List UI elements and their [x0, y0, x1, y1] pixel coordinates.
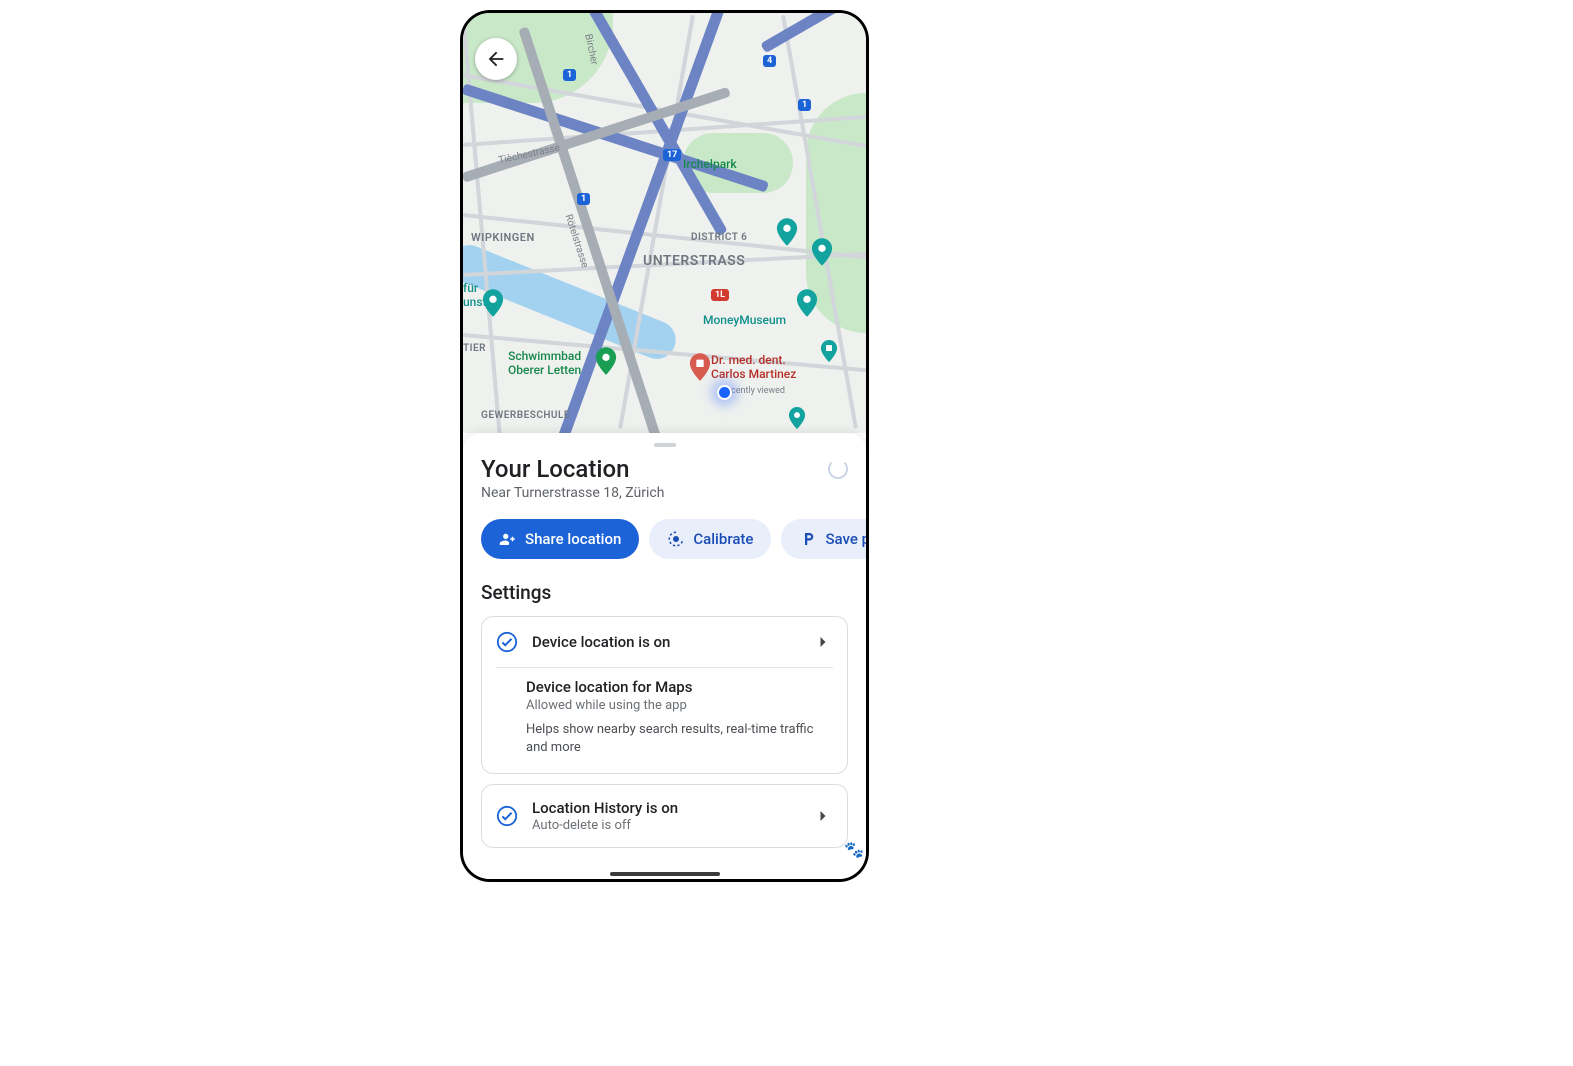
detail-desc: Helps show nearby search results, real-t…	[526, 721, 833, 757]
poi-label[interactable]: Schwimmbad Oberer Letten	[508, 349, 581, 377]
poi-pin-green-icon[interactable]	[595, 347, 617, 375]
share-person-icon	[499, 530, 517, 548]
poi-label[interactable]: Irchelpark	[683, 157, 737, 171]
row-title: Location History is on	[532, 799, 799, 817]
paw-icon: 🐾	[844, 840, 864, 859]
road-shield: 1L	[711, 289, 729, 301]
location-history-row[interactable]: Location History is on Auto-delete is of…	[482, 785, 847, 847]
district-label: GEWERBESCHULE	[481, 410, 570, 421]
device-location-detail: Device location for Maps Allowed while u…	[482, 668, 847, 773]
device-location-card: Device location is on Device location fo…	[481, 616, 848, 774]
road-shield: 1	[798, 99, 811, 111]
street-label: Tièchestrasse	[498, 143, 561, 167]
poi-pin-teal-icon[interactable]	[811, 238, 833, 260]
device-location-row[interactable]: Device location is on	[482, 617, 847, 667]
road-shield: 1	[563, 69, 576, 81]
parking-icon	[799, 530, 817, 548]
location-history-card: Location History is on Auto-delete is of…	[481, 784, 848, 848]
save-parking-button[interactable]: Save parking	[781, 519, 866, 559]
poi-pin-teal-icon[interactable]	[820, 340, 842, 362]
current-location-dot-icon[interactable]	[717, 385, 732, 400]
poi-label[interactable]: MoneyMuseum	[703, 313, 786, 327]
device-frame: 1 1 1 4 17 1L UNTERSTRASS WIPKINGEN DIST…	[460, 10, 869, 882]
home-indicator[interactable]	[610, 872, 720, 876]
chevron-right-icon	[813, 806, 833, 826]
detail-sub: Allowed while using the app	[526, 698, 833, 713]
poi-label[interactable]: Dr. med. dent. Carlos Martinez	[711, 353, 796, 381]
action-chip-row: Share location Calibrate Save parking	[463, 501, 866, 577]
row-sub: Auto-delete is off	[532, 818, 799, 833]
calibrate-icon	[667, 530, 685, 548]
road-shield: 4	[763, 55, 776, 67]
poi-pin-teal-icon[interactable]	[776, 218, 798, 240]
row-title: Device location is on	[532, 633, 799, 651]
device-screen: 1 1 1 4 17 1L UNTERSTRASS WIPKINGEN DIST…	[463, 13, 866, 879]
back-button[interactable]	[475, 38, 517, 80]
district-label: TIER	[463, 343, 486, 354]
poi-pin-teal-icon[interactable]	[482, 289, 504, 311]
poi-pin-teal-icon[interactable]	[796, 289, 818, 311]
district-label: DISTRICT 6	[691, 232, 747, 243]
chip-label: Calibrate	[693, 530, 753, 548]
chip-label: Save parking	[825, 530, 866, 548]
road-shield: 17	[663, 149, 681, 161]
calibrate-button[interactable]: Calibrate	[649, 519, 771, 559]
poi-pin-red-icon[interactable]	[689, 353, 711, 381]
drag-handle-icon[interactable]	[654, 443, 676, 447]
check-circle-icon	[496, 805, 518, 827]
settings-heading: Settings	[463, 577, 866, 616]
detail-title: Device location for Maps	[526, 678, 833, 696]
chip-label: Share location	[525, 530, 621, 548]
loading-spinner-icon	[828, 459, 848, 479]
check-circle-icon	[496, 631, 518, 653]
recently-viewed-label: cently viewed	[731, 386, 785, 396]
map-canvas[interactable]: 1 1 1 4 17 1L UNTERSTRASS WIPKINGEN DIST…	[463, 13, 866, 433]
arrow-left-icon	[485, 48, 507, 70]
bottom-sheet[interactable]: Your Location Near Turnerstrasse 18, Zür…	[463, 433, 866, 879]
district-label: WIPKINGEN	[471, 231, 535, 244]
sheet-subtitle: Near Turnerstrasse 18, Zürich	[463, 483, 866, 501]
chevron-right-icon	[813, 632, 833, 652]
road-shield: 1	[577, 193, 590, 205]
share-location-button[interactable]: Share location	[481, 519, 639, 559]
district-label: UNTERSTRASS	[643, 253, 745, 269]
poi-pin-teal-icon[interactable]	[788, 407, 810, 429]
sheet-title: Your Location	[481, 455, 629, 483]
